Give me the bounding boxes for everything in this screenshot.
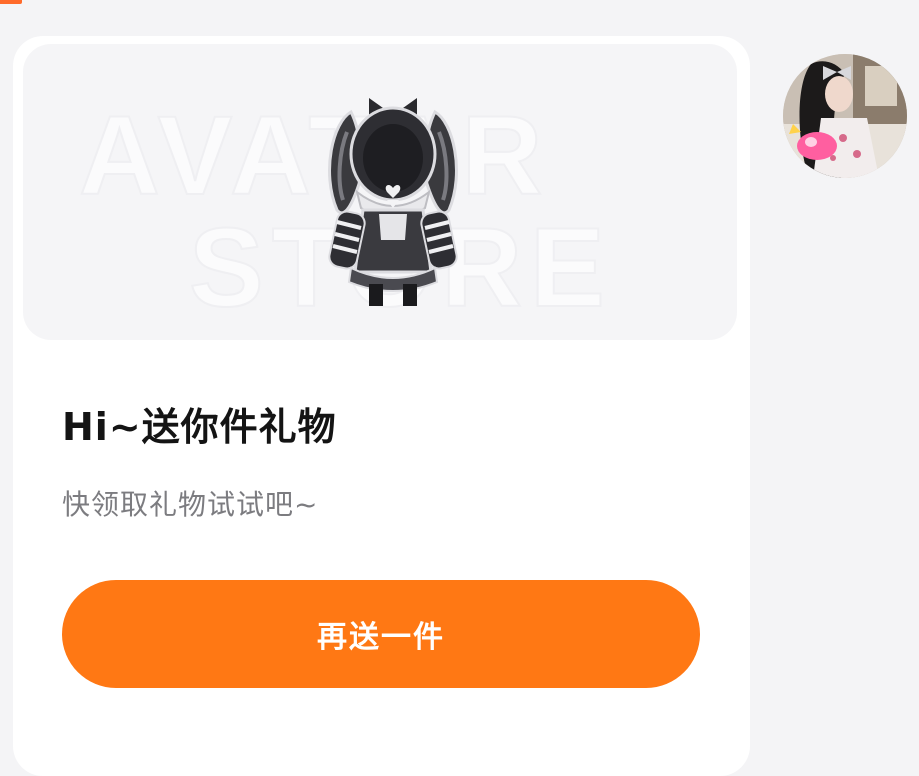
gothic-bunny-outfit-icon [328, 98, 458, 306]
send-another-button[interactable]: 再送一件 [62, 580, 700, 688]
gift-banner: AVATAR STORE [23, 44, 737, 340]
gift-card: AVATAR STORE [13, 36, 750, 776]
top-accent-bar [0, 0, 22, 4]
user-avatar[interactable] [783, 54, 907, 178]
user-avatar-photo [783, 54, 907, 178]
gift-title: Hi~送你件礼物 [62, 405, 337, 449]
gift-subtitle: 快领取礼物试试吧~ [62, 488, 319, 521]
